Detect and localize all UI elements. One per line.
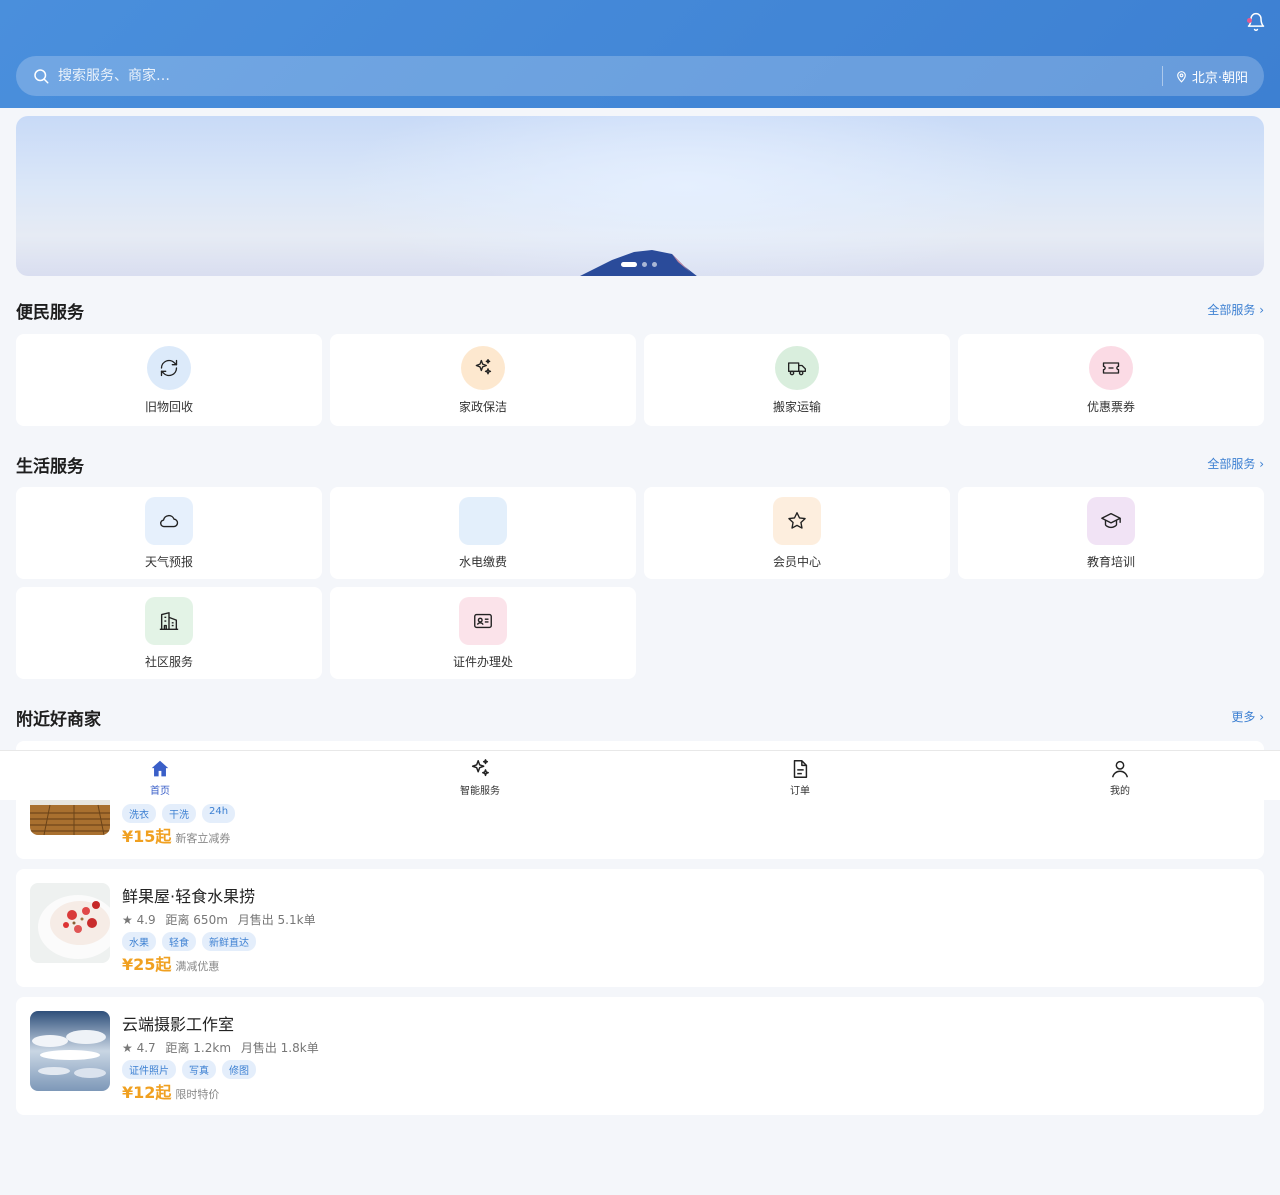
shop-card[interactable]: 鲜果屋·轻食水果捞 ★ 4.9 距离 650m 月售出 5.1k单 水果 轻食 … bbox=[16, 869, 1264, 987]
shop-tags: 证件照片 写真 修图 bbox=[122, 1060, 256, 1079]
shop-price-row: ¥15起 新客立减券 bbox=[122, 823, 230, 847]
promo-banner[interactable] bbox=[16, 116, 1264, 276]
tab-label: 智能服务 bbox=[460, 786, 500, 797]
sparkle-icon bbox=[461, 346, 505, 390]
star-icon bbox=[773, 497, 821, 545]
service-id-documents[interactable]: 证件办理处 bbox=[330, 587, 636, 679]
shop-distance: 距离 1.2km bbox=[165, 1041, 232, 1055]
shop-tag: 干洗 bbox=[162, 804, 196, 823]
service-weather[interactable]: 天气预报 bbox=[16, 487, 322, 579]
service-utilities[interactable]: 水电缴费 bbox=[330, 487, 636, 579]
shop-price-note: 限时特价 bbox=[175, 1088, 220, 1101]
shop-rating: ★ 4.7 bbox=[122, 1041, 156, 1055]
service-moving[interactable]: 搬家运输 bbox=[644, 334, 950, 426]
user-icon bbox=[1111, 760, 1129, 778]
shop-tag: 证件照片 bbox=[122, 1060, 176, 1079]
shop-tags: 洗衣 干洗 24h bbox=[122, 804, 236, 823]
shop-price-note: 新客立减券 bbox=[175, 832, 231, 845]
shop-tag: 修图 bbox=[222, 1060, 256, 1079]
shop-meta: ★ 4.9 距离 650m 月售出 5.1k单 bbox=[122, 911, 322, 928]
carousel-dot[interactable] bbox=[642, 262, 647, 267]
search-divider bbox=[1161, 66, 1163, 86]
service-label: 优惠票券 bbox=[1086, 400, 1135, 414]
shop-tag: 24h bbox=[202, 804, 236, 823]
service-membership[interactable]: 会员中心 bbox=[644, 487, 950, 579]
truck-icon bbox=[775, 346, 819, 390]
tab-label: 我的 bbox=[1110, 786, 1130, 797]
service-label: 社区服务 bbox=[144, 655, 193, 669]
refresh-icon bbox=[147, 346, 191, 390]
service-label: 旧物回收 bbox=[144, 400, 193, 414]
tab-orders[interactable]: 订单 bbox=[640, 751, 960, 800]
app-header: 北京·朝阳 bbox=[0, 0, 1280, 108]
shop-tags: 水果 轻食 新鲜直达 bbox=[122, 932, 256, 951]
shop-price: ¥12起 bbox=[122, 1083, 172, 1102]
shop-name: 鲜果屋·轻食水果捞 bbox=[122, 887, 256, 906]
shop-price: ¥15起 bbox=[122, 827, 172, 846]
tab-label: 订单 bbox=[790, 786, 810, 797]
location-pin-icon bbox=[1177, 70, 1186, 83]
carousel-dot[interactable] bbox=[621, 262, 637, 267]
search-icon bbox=[34, 69, 49, 84]
section-more-link[interactable]: 全部服务 › bbox=[1207, 455, 1264, 472]
shop-card[interactable]: 云端摄影工作室 ★ 4.7 距离 1.2km 月售出 1.8k单 证件照片 写真… bbox=[16, 997, 1264, 1115]
service-label: 教育培训 bbox=[1086, 555, 1135, 569]
search-bar: 北京·朝阳 bbox=[16, 56, 1264, 96]
id-card-icon bbox=[459, 597, 507, 645]
shop-distance: 距离 650m bbox=[165, 913, 228, 927]
section-title-life: 生活服务 bbox=[16, 457, 84, 477]
service-recycle[interactable]: 旧物回收 bbox=[16, 334, 322, 426]
service-cleaning[interactable]: 家政保洁 bbox=[330, 334, 636, 426]
shop-meta: ★ 4.7 距离 1.2km 月售出 1.8k单 bbox=[122, 1039, 325, 1056]
service-label: 搬家运输 bbox=[772, 400, 821, 414]
service-education[interactable]: 教育培训 bbox=[958, 487, 1264, 579]
tab-smart-services[interactable]: 智能服务 bbox=[320, 751, 640, 800]
shop-tag: 写真 bbox=[182, 1060, 216, 1079]
unread-dot bbox=[1247, 18, 1252, 23]
shop-name: 云端摄影工作室 bbox=[122, 1015, 235, 1034]
shop-sold: 月售出 5.1k单 bbox=[237, 913, 316, 927]
service-label: 证件办理处 bbox=[452, 655, 513, 669]
tab-home[interactable]: 首页 bbox=[0, 751, 320, 800]
shop-rating: ★ 4.9 bbox=[122, 913, 156, 927]
carousel-dot[interactable] bbox=[652, 262, 657, 267]
service-label: 家政保洁 bbox=[458, 400, 507, 414]
sparkle-icon bbox=[471, 759, 489, 777]
home-icon bbox=[151, 760, 169, 777]
service-label: 天气预报 bbox=[144, 555, 193, 569]
location-selector[interactable]: 北京·朝阳 bbox=[1175, 67, 1248, 86]
search-input[interactable] bbox=[58, 56, 1162, 96]
service-label: 水电缴费 bbox=[458, 555, 507, 569]
ticket-icon bbox=[1089, 346, 1133, 390]
shop-price: ¥25起 bbox=[122, 955, 172, 974]
notification-bell-icon[interactable] bbox=[1246, 12, 1266, 32]
shop-tag: 水果 bbox=[122, 932, 156, 951]
shop-tag: 新鲜直达 bbox=[202, 932, 256, 951]
blank-icon bbox=[459, 497, 507, 545]
shop-thumbnail bbox=[30, 883, 110, 963]
shop-thumbnail bbox=[30, 1011, 110, 1091]
shop-price-row: ¥12起 限时特价 bbox=[122, 1079, 219, 1103]
graduation-cap-icon bbox=[1087, 497, 1135, 545]
section-title-convenience: 便民服务 bbox=[16, 303, 84, 323]
building-icon bbox=[145, 597, 193, 645]
shop-price-row: ¥25起 满减优惠 bbox=[122, 951, 219, 975]
service-tickets[interactable]: 优惠票券 bbox=[958, 334, 1264, 426]
service-label: 会员中心 bbox=[772, 555, 821, 569]
cloud-icon bbox=[145, 497, 193, 545]
carousel-indicator bbox=[621, 262, 657, 267]
shop-tag: 轻食 bbox=[162, 932, 196, 951]
shop-sold: 月售出 1.8k单 bbox=[240, 1041, 319, 1055]
service-community[interactable]: 社区服务 bbox=[16, 587, 322, 679]
shop-price-note: 满减优惠 bbox=[175, 960, 220, 973]
shop-tag: 洗衣 bbox=[122, 804, 156, 823]
tab-label: 首页 bbox=[150, 786, 170, 797]
bottom-tab-bar: 首页 智能服务 订单 我的 bbox=[0, 750, 1280, 800]
document-icon bbox=[793, 760, 808, 778]
section-more-link[interactable]: 更多 › bbox=[1231, 708, 1264, 725]
location-text: 北京·朝阳 bbox=[1191, 70, 1248, 86]
section-title-nearby: 附近好商家 bbox=[16, 710, 101, 730]
section-more-link[interactable]: 全部服务 › bbox=[1207, 301, 1264, 318]
tab-profile[interactable]: 我的 bbox=[960, 751, 1280, 800]
